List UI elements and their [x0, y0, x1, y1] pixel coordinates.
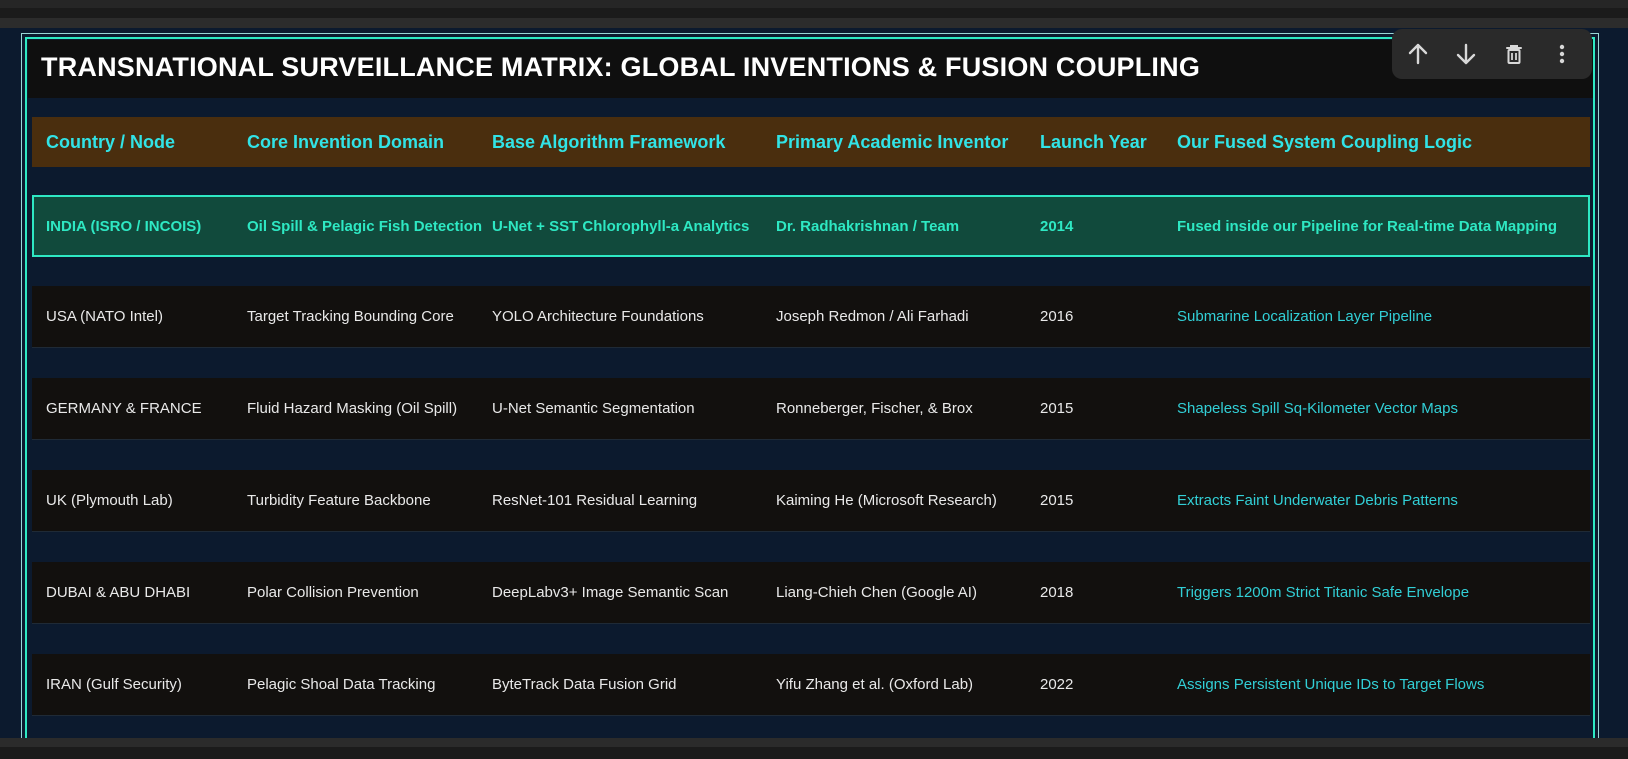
table-cell: Assigns Persistent Unique IDs to Target … — [1177, 676, 1485, 693]
table-row: IRAN (Gulf Security) Pelagic Shoal Data … — [32, 654, 1590, 716]
column-header: Country / Node — [46, 131, 175, 152]
table-cell: 2022 — [1040, 676, 1074, 693]
table-cell: Ronneberger, Fischer, & Brox — [776, 400, 973, 417]
table-cell: USA (NATO Intel) — [46, 308, 163, 325]
table-cell: ResNet-101 Residual Learning — [492, 492, 698, 509]
table-cell: Pelagic Shoal Data Tracking — [247, 676, 436, 693]
table-cell: Extracts Faint Underwater Debris Pattern… — [1177, 492, 1458, 509]
table-cell: U-Net + SST Chlorophyll-a Analytics — [492, 217, 750, 235]
table-cell: Submarine Localization Layer Pipeline — [1177, 308, 1433, 325]
arrow-down-icon — [1456, 43, 1476, 65]
table-cell: GERMANY & FRANCE — [46, 400, 202, 417]
column-header: Core Invention Domain — [247, 131, 445, 152]
more-options-button[interactable] — [1546, 38, 1578, 70]
table-cell: Turbidity Feature Backbone — [247, 492, 431, 509]
column-header: Base Algorithm Framework — [492, 131, 726, 152]
table-cell: Yifu Zhang et al. (Oxford Lab) — [776, 676, 974, 693]
table-cell: Joseph Redmon / Ali Farhadi — [776, 308, 969, 325]
table-cell: Triggers 1200m Strict Titanic Safe Envel… — [1177, 584, 1470, 601]
table-cell: 2014 — [1040, 217, 1074, 235]
arrow-up-icon — [1408, 43, 1428, 65]
table-cell: Dr. Radhakrishnan / Team — [776, 217, 960, 235]
table-cell: DUBAI & ABU DHABI — [46, 584, 191, 601]
table-cell: 2015 — [1040, 492, 1074, 509]
table-cell: ByteTrack Data Fusion Grid — [492, 676, 677, 693]
table-cell: Shapeless Spill Sq-Kilometer Vector Maps — [1177, 400, 1458, 417]
table-cell: UK (Plymouth Lab) — [46, 492, 173, 509]
table-row: USA (NATO Intel) Target Tracking Boundin… — [32, 286, 1590, 348]
table-cell: Polar Collision Prevention — [247, 584, 419, 601]
table-row-highlighted: INDIA (ISRO / INCOIS) Oil Spill & Pelagi… — [32, 195, 1590, 257]
column-header: Our Fused System Coupling Logic — [1177, 131, 1473, 152]
page-title: TRANSNATIONAL SURVEILLANCE MATRIX: GLOBA… — [41, 52, 1201, 82]
move-down-button[interactable] — [1450, 38, 1482, 70]
trash-icon — [1506, 45, 1522, 64]
more-vertical-icon — [1559, 44, 1565, 64]
table-cell: Kaiming He (Microsoft Research) — [776, 492, 997, 509]
table-cell: Oil Spill & Pelagic Fish Detection — [247, 217, 483, 235]
top-strip-secondary — [0, 18, 1628, 28]
table-cell: Target Tracking Bounding Core — [247, 308, 454, 325]
table-header-row: Country / Node Core Invention Domain Bas… — [32, 117, 1590, 167]
table-cell: IRAN (Gulf Security) — [46, 676, 182, 693]
table-cell: INDIA (ISRO / INCOIS) — [46, 217, 202, 235]
table-cell: 2018 — [1040, 584, 1074, 601]
column-header: Primary Academic Inventor — [776, 131, 1009, 152]
table-cell: Fluid Hazard Masking (Oil Spill) — [247, 400, 458, 417]
table-cell: Fused inside our Pipeline for Real-time … — [1177, 217, 1558, 235]
table-cell: 2016 — [1040, 308, 1074, 325]
column-header: Launch Year — [1040, 131, 1147, 152]
table-cell: Liang-Chieh Chen (Google AI) — [776, 584, 977, 601]
table-row: GERMANY & FRANCE Fluid Hazard Masking (O… — [32, 378, 1590, 440]
top-strip — [0, 0, 1628, 8]
delete-button[interactable] — [1498, 38, 1530, 70]
table-row: UK (Plymouth Lab) Turbidity Feature Back… — [32, 470, 1590, 532]
table-cell: YOLO Architecture Foundations — [492, 308, 704, 325]
move-up-button[interactable] — [1402, 38, 1434, 70]
table-row: DUBAI & ABU DHABI Polar Collision Preven… — [32, 562, 1590, 624]
table-cell: DeepLabv3+ Image Semantic Scan — [492, 584, 729, 601]
table-cell: U-Net Semantic Segmentation — [492, 400, 695, 417]
block-toolbar — [1392, 29, 1592, 79]
bottom-strip — [0, 738, 1628, 747]
table-cell: 2015 — [1040, 400, 1074, 417]
